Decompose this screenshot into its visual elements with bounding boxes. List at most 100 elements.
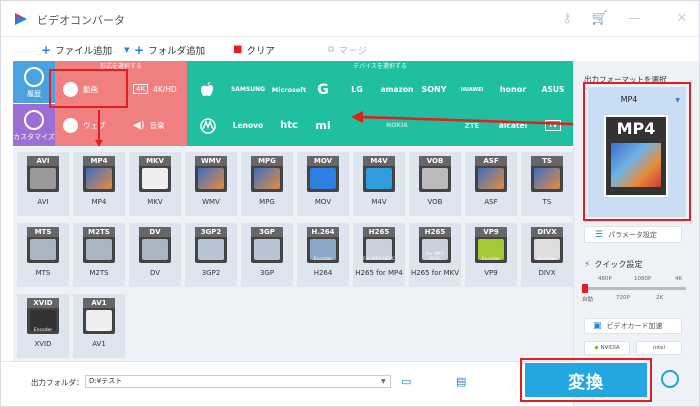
format-caption: 3GP: [259, 269, 275, 277]
format-icon: MKV matroska: [139, 156, 171, 192]
format-icon: VP9 Encoder: [475, 227, 507, 263]
format-icon-label: MTS: [27, 227, 59, 237]
format-tile[interactable]: XVID Encoder XVID: [17, 294, 69, 358]
format-tile[interactable]: H265 For MKV HEVC H265 for MKV: [409, 223, 461, 287]
format-icon-label: ASF: [475, 156, 507, 166]
format-tile[interactable]: WMV WMV: [185, 152, 237, 216]
format-caption: AVI: [37, 198, 49, 206]
format-icon-label: M2TS: [83, 227, 115, 237]
format-icon-sublabel: Encoder: [89, 328, 109, 333]
convert-button-highlight: 変換: [520, 358, 652, 402]
format-icon: VOB: [419, 156, 451, 192]
gpu-icon: ▣: [593, 321, 602, 331]
format-tile[interactable]: VOB VOB: [409, 152, 461, 216]
format-tile[interactable]: VP9 Encoder VP9: [465, 223, 517, 287]
format-icon: AV1 Encoder: [83, 298, 115, 334]
scale-auto: 自動: [582, 297, 594, 303]
nvidia-icon: ◆: [594, 345, 599, 351]
format-tile[interactable]: AV1 Encoder AV1: [73, 294, 125, 358]
format-icon-sublabel: For MKV HEVC: [425, 252, 445, 262]
bottom-bar: 出力フォルダ： D:¥テスト ▼ ▭ ▤: [1, 361, 573, 406]
slider-knob[interactable]: [582, 284, 588, 293]
format-icon-label: MKV: [139, 156, 171, 166]
open-folder-icon[interactable]: ▤: [456, 375, 466, 388]
format-icon: 3GP2: [195, 227, 227, 263]
format-icon: TS: [531, 156, 563, 192]
chevron-down-icon[interactable]: ▼: [381, 378, 386, 385]
format-tile[interactable]: DIVX Encoder DIVX: [521, 223, 573, 287]
format-caption: M4V: [371, 198, 387, 206]
format-icon-label: DV: [139, 227, 171, 237]
scale-480p: 480P: [598, 276, 612, 282]
format-tile[interactable]: DV DV: [129, 223, 181, 287]
output-folder-field[interactable]: D:¥テスト: [85, 375, 391, 388]
format-icon: MP4: [83, 156, 115, 192]
format-icon: H265 For MKV HEVC: [419, 227, 451, 263]
format-icon-label: XVID: [27, 298, 59, 308]
scale-1080p: 1080P: [634, 276, 652, 282]
format-tile[interactable]: AVI AVI: [17, 152, 69, 216]
format-icon: MPG: [251, 156, 283, 192]
format-art-icon: [86, 239, 112, 260]
format-icon-sublabel: For MP4 HEVC: [363, 257, 395, 262]
format-tile[interactable]: H265 For MP4 HEVC H265 for MP4: [353, 223, 405, 287]
format-art-icon: [422, 168, 448, 189]
format-caption: AV1: [92, 340, 106, 348]
format-tile[interactable]: MOV MOV: [297, 152, 349, 216]
format-caption: XVID: [34, 340, 52, 348]
format-icon: AVI: [27, 156, 59, 192]
format-art-icon: [534, 168, 560, 189]
format-icon-label: MPG: [251, 156, 283, 166]
quality-slider[interactable]: [582, 284, 686, 293]
format-art-icon: [86, 168, 112, 189]
format-tile[interactable]: 3GP 3GP: [241, 223, 293, 287]
format-caption: 3GP2: [201, 269, 221, 277]
format-icon: H265 For MP4 HEVC: [363, 227, 395, 263]
format-tile[interactable]: ASF ASF: [465, 152, 517, 216]
quick-settings-icon: ⚡: [584, 259, 591, 270]
format-tile[interactable]: MP4 MP4: [73, 152, 125, 216]
format-icon: M2TS: [83, 227, 115, 263]
format-caption: VP9: [484, 269, 498, 277]
format-icon: ASF: [475, 156, 507, 192]
format-icon-sublabel: Encoder: [313, 257, 333, 262]
format-icon-label: MOV: [307, 156, 339, 166]
format-icon-label: 3GP: [251, 227, 283, 237]
format-icon-label: DIVX: [531, 227, 563, 237]
format-tile[interactable]: MKV matroska MKV: [129, 152, 181, 216]
intel-checkbox[interactable]: intel: [636, 341, 682, 355]
convert-button[interactable]: 変換: [525, 363, 647, 397]
gpu-acceleration-label: ビデオカード加速: [606, 322, 663, 330]
format-tile[interactable]: MPG MPG: [241, 152, 293, 216]
nvidia-checkbox[interactable]: ◆ NVIDIA: [584, 341, 630, 355]
format-icon: XVID Encoder: [27, 298, 59, 334]
format-icon-label: TS: [531, 156, 563, 166]
parameter-settings-button[interactable]: ☰ パラメータ設定: [584, 226, 682, 243]
nvidia-label: NVIDIA: [600, 345, 620, 351]
format-icon: MTS: [27, 227, 59, 263]
format-caption: MKV: [147, 198, 163, 206]
arrow-left-line: [360, 115, 602, 127]
format-icon-label: H265: [419, 227, 451, 237]
format-icon-label: M4V: [363, 156, 395, 166]
format-art-icon: [198, 168, 224, 189]
format-tile[interactable]: 3GP2 3GP2: [185, 223, 237, 287]
format-grid: AVI AVI MP4 MP4 MKV matroska MKV WMV WMV MPG MPG MO…: [13, 147, 573, 361]
format-icon-sublabel: Encoder: [537, 257, 557, 262]
arrow-left-head: [351, 111, 363, 123]
app-window: ビデオコンバータ ⚷ 🛒 — ✕ + ファイル追加 ▼ + フォルダ追加 ■ ク…: [0, 0, 700, 407]
format-tile[interactable]: M4V M4V: [353, 152, 405, 216]
format-tile[interactable]: M2TS M2TS: [73, 223, 125, 287]
format-art-icon: [254, 168, 280, 189]
format-caption: MOV: [314, 198, 332, 206]
alarm-clock-icon[interactable]: [661, 370, 679, 388]
format-tile[interactable]: H.264 Encoder H264: [297, 223, 349, 287]
format-tile[interactable]: MTS MTS: [17, 223, 69, 287]
folder-icon[interactable]: ▭: [401, 375, 411, 388]
output-format-panel: 出力フォーマットを選択 MP4 ▼ MP4 ☰ パラメータ設定 ⚡ クイック設定…: [573, 61, 699, 406]
format-caption: H265 for MP4: [355, 269, 403, 277]
format-caption: H264: [313, 269, 333, 277]
format-art-icon: [30, 168, 56, 189]
format-icon-sublabel: Encoder: [33, 328, 53, 333]
format-tile[interactable]: TS TS: [521, 152, 573, 216]
